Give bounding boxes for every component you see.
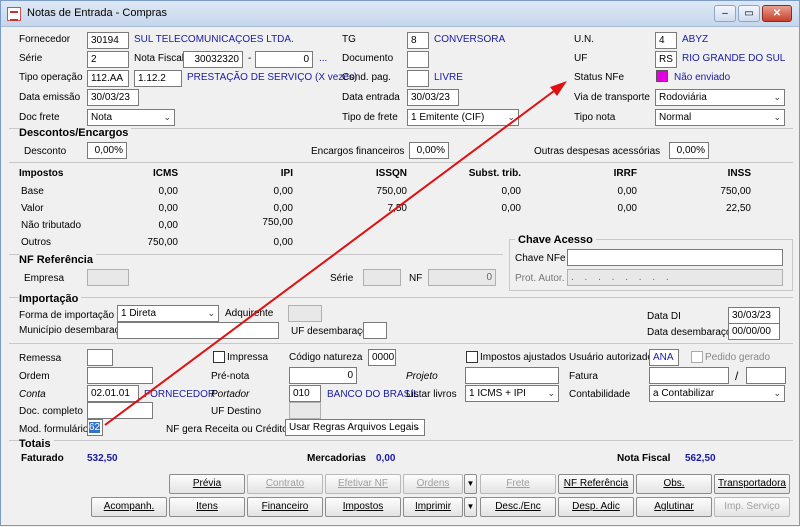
annotation-arrow [104, 81, 567, 426]
annotation-arrow-head [550, 81, 567, 96]
annotation-arrow-line [104, 87, 559, 426]
main-window: Notas de Entrada - Compras ‒ ▭ ✕ Fornece… [0, 0, 800, 526]
